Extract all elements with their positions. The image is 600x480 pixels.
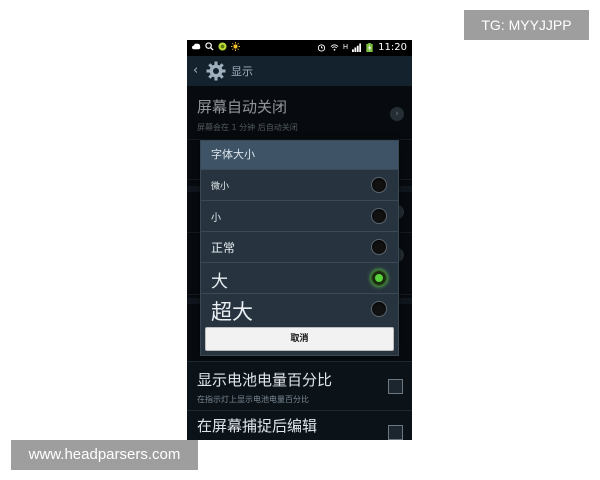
radio-small[interactable] <box>371 208 387 224</box>
option-label: 微小 <box>211 182 230 192</box>
action-bar: ‹ 显示 <box>187 56 412 86</box>
status-bar: H 11:20 <box>187 40 412 56</box>
option-label: 超大 <box>211 300 253 324</box>
radio-normal[interactable] <box>371 239 387 255</box>
option-label: 正常 <box>211 241 236 255</box>
option-large[interactable]: 大 <box>201 262 398 293</box>
setting-title: 显示电池电量百分比 <box>197 371 333 389</box>
signal-icon <box>352 43 362 52</box>
battery-percentage-checkbox[interactable] <box>388 379 403 394</box>
option-label: 大 <box>211 272 228 292</box>
phone-screen: H 11:20 ‹ 显示 屏幕自动关闭 屏幕会在 1 分钟 后自动关闭 › 显示… <box>187 40 412 440</box>
radio-extra-large[interactable] <box>371 301 387 317</box>
sun-icon <box>231 42 240 51</box>
h-network-icon: H <box>342 43 349 51</box>
wifi-icon <box>330 44 339 51</box>
option-extra-large[interactable]: 超大 <box>201 293 398 324</box>
setting-edit-after-capture[interactable]: 在屏幕捕捉后编辑 <box>187 410 412 440</box>
option-normal[interactable]: 正常 <box>201 231 398 262</box>
setting-battery-percentage[interactable]: 显示电池电量百分比 在指示灯上显示电池电量百分比 <box>187 361 412 411</box>
radio-tiny[interactable] <box>371 177 387 193</box>
option-small[interactable]: 小 <box>201 200 398 231</box>
gear-icon <box>206 61 226 81</box>
option-label: 小 <box>211 213 221 224</box>
back-icon[interactable]: ‹ <box>193 64 198 78</box>
option-tiny[interactable]: 微小 <box>201 169 398 200</box>
cloud-icon <box>192 43 201 50</box>
watermark-top: TG: MYYJJPP <box>464 10 589 40</box>
alarm-icon <box>317 44 326 52</box>
radio-large-selected[interactable] <box>371 270 387 286</box>
setting-subtitle: 在指示灯上显示电池电量百分比 <box>197 395 309 404</box>
app-icon <box>218 42 227 51</box>
clock-time: 11:20 <box>378 42 407 53</box>
search-icon <box>205 42 214 51</box>
cancel-button[interactable]: 取消 <box>205 327 394 351</box>
setting-title: 在屏幕捕捉后编辑 <box>197 417 318 435</box>
edit-after-capture-checkbox[interactable] <box>388 425 403 440</box>
battery-icon <box>366 43 373 52</box>
page-title: 显示 <box>231 65 253 78</box>
watermark-bottom: www.headparsers.com <box>11 440 198 470</box>
dialog-title: 字体大小 <box>201 141 398 169</box>
font-size-dialog: 字体大小 微小 小 正常 大 超大 取消 <box>200 140 399 356</box>
